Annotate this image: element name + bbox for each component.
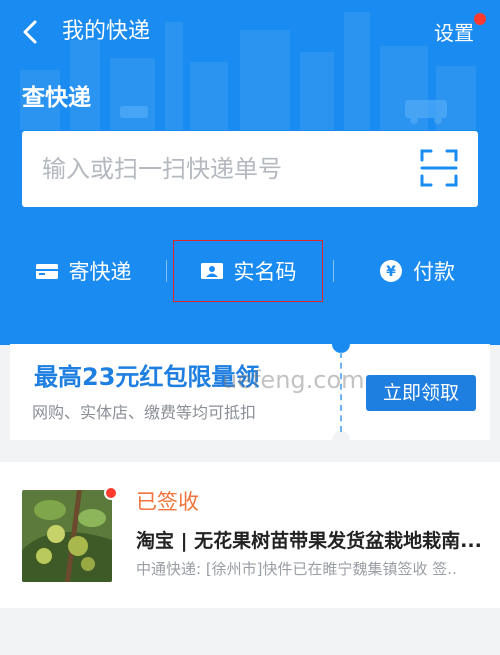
- watermark: uefeng.com: [222, 366, 365, 394]
- send-package-icon: [35, 264, 58, 279]
- search-input[interactable]: 输入或扫一扫快递单号: [42, 153, 282, 185]
- payment-label: 付款: [413, 260, 455, 284]
- back-arrow-icon[interactable]: [18, 18, 44, 46]
- product-thumbnail: [22, 490, 112, 582]
- claim-button[interactable]: 立即领取: [366, 375, 476, 411]
- header: 我的快递 设置 查快递 输入或扫一扫快递单号 寄快递 实名码 ¥ 付款: [0, 0, 500, 345]
- notification-dot: [474, 13, 486, 25]
- section-title: 查快递: [22, 85, 91, 111]
- coupon-notch: [332, 431, 350, 449]
- payment-button[interactable]: ¥ 付款: [334, 240, 500, 302]
- coupon-notch: [332, 335, 350, 353]
- unread-dot: [104, 486, 118, 500]
- id-code-button[interactable]: 实名码: [173, 240, 323, 302]
- nav-bar: 我的快递 设置: [0, 10, 500, 54]
- action-divider: [166, 260, 167, 282]
- svg-text:¥: ¥: [386, 264, 396, 280]
- settings-button[interactable]: 设置: [434, 20, 474, 46]
- tracking-number-search[interactable]: 输入或扫一扫快递单号: [22, 131, 478, 207]
- delivery-status: 已签收: [136, 490, 199, 514]
- scan-icon[interactable]: [420, 149, 458, 187]
- send-package-button[interactable]: 寄快递: [0, 240, 166, 302]
- coupon-subtitle: 网购、实体店、缴费等均可抵扣: [32, 403, 257, 422]
- id-card-icon: [200, 263, 223, 279]
- tracking-update: 中通快递: [徐州市]快件已在睢宁魏集镇签收 签..: [136, 560, 457, 578]
- quick-actions: 寄快递 实名码 ¥ 付款: [0, 240, 500, 302]
- package-card[interactable]: 已签收 淘宝 | 无花果树苗带果发货盆栽地栽南... 中通快递: [徐州市]快件…: [0, 462, 500, 608]
- package-title: 淘宝 | 无花果树苗带果发货盆栽地栽南...: [136, 530, 482, 552]
- id-code-label: 实名码: [233, 260, 297, 284]
- yen-icon: ¥: [380, 260, 402, 282]
- send-package-label: 寄快递: [68, 260, 132, 284]
- page-title: 我的快递: [62, 19, 151, 44]
